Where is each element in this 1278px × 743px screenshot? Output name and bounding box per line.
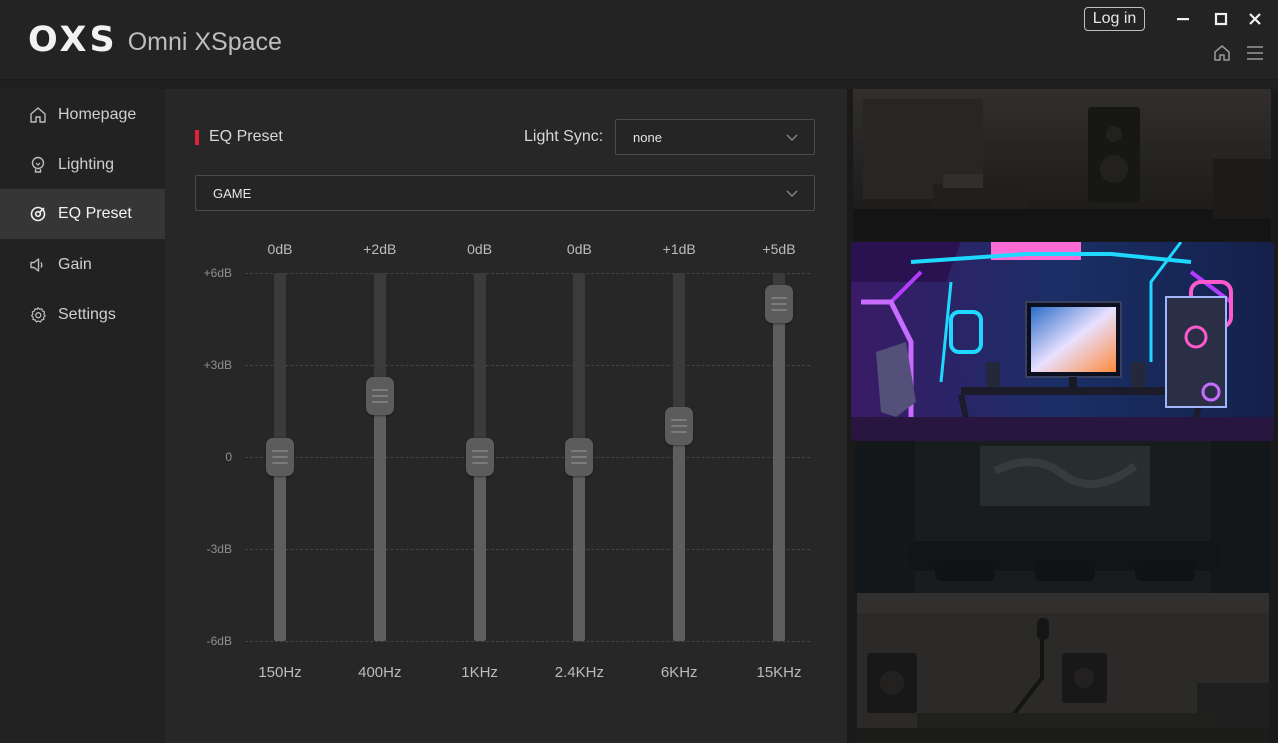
login-button[interactable]: Log in [1084,7,1145,31]
grip-line [471,450,488,452]
band-gain-label: +1dB [662,241,696,257]
grip-line [272,462,288,464]
eq-slider-track[interactable] [773,273,785,641]
sidebar-item-label: Homepage [58,106,137,123]
y-tick-label: +6dB [203,266,232,280]
home-theater-scene [855,441,1271,593]
eq-slider-fill [274,457,286,641]
grip-line [671,431,688,434]
gridline [245,641,810,642]
grip-line [671,419,688,422]
logo-mark: OXS [28,20,118,60]
grip-line [571,462,588,464]
eq-preset-icon [29,205,47,223]
y-tick-label: -3dB [206,542,232,556]
sidebar-item-label: Settings [58,306,116,323]
grip-line [771,302,787,305]
gridline [245,549,810,550]
scene-card-home-theater[interactable] [855,441,1271,593]
grip-line [272,450,288,452]
grip-line [371,394,388,397]
band-gain-label: 0dB [566,241,592,257]
home-icon [29,106,47,124]
grip-line [371,388,388,391]
grip-line [371,400,388,403]
sidebar: Homepage Lighting EQ Preset Gain Setting… [0,89,165,743]
app-title: Omni XSpace [127,28,282,56]
band-gain-label: +2dB [363,241,397,257]
grip-line [571,450,588,452]
y-tick-label: -6dB [206,634,232,648]
eq-slider-handle[interactable] [765,284,793,323]
app-logo: OXS Omni XSpace [28,18,282,62]
y-tick-label: 0 [225,450,232,464]
eq-slider-track[interactable] [673,273,686,641]
band-frequency-label: 6KHz [660,664,698,681]
eq-slider-fill [673,426,686,641]
gridline [245,365,810,366]
sidebar-item-settings[interactable]: Settings [0,290,165,340]
minimize-icon[interactable] [1172,8,1194,30]
menu-icon[interactable] [1245,44,1265,62]
gridline [245,273,810,274]
eq-slider-fill [773,303,785,641]
band-frequency-label: 2.4KHz [554,664,604,681]
y-tick-label: +3dB [203,358,232,372]
scene-card-living-room[interactable] [853,89,1271,241]
grip-line [272,456,288,458]
grip-line [671,425,688,428]
eq-slider-handle[interactable] [266,438,294,476]
eq-slider-track[interactable] [373,273,386,641]
scene-card-studio[interactable] [857,593,1269,743]
grip-line [471,456,488,458]
grip-line [571,456,588,458]
band-frequency-label: 15KHz [756,664,802,681]
equalizer: +6dB +3dB 0 -3dB -6dB 0dB 150Hz +2dB 400Hz 0… [165,89,847,743]
living-room-scene [853,89,1271,241]
band-gain-label: 0dB [267,241,293,257]
grip-line [771,308,787,311]
gear-icon [29,306,47,324]
sidebar-item-homepage[interactable]: Homepage [0,90,165,140]
grip-line [471,462,488,464]
eq-slider-fill [473,457,486,641]
home-icon[interactable] [1212,43,1232,63]
band-frequency-label: 150Hz [258,664,302,681]
sidebar-item-eq-preset[interactable]: EQ Preset [0,189,165,239]
scene-gallery [847,89,1278,743]
speaker-icon [29,256,47,274]
sidebar-item-label: Gain [58,256,92,273]
scene-card-gaming-room[interactable] [851,242,1274,441]
sidebar-item-lighting[interactable]: Lighting [0,140,165,190]
band-frequency-label: 400Hz [358,664,402,681]
sidebar-item-gain[interactable]: Gain [0,240,165,290]
band-gain-label: +5dB [762,241,796,257]
close-icon[interactable] [1244,8,1266,30]
gaming-room-scene [851,242,1274,441]
eq-panel: EQ Preset Light Sync: none GAME +6dB +3d… [165,89,847,743]
eq-slider-handle[interactable] [465,438,494,476]
maximize-icon[interactable] [1210,8,1232,30]
eq-slider-fill [373,395,386,641]
band-gain-label: 0dB [467,241,493,257]
title-bar: OXS Omni XSpace Log in [0,0,1278,80]
eq-slider-handle[interactable] [565,438,594,476]
band-frequency-label: 1KHz [461,664,498,681]
grip-line [771,296,787,299]
gridline [245,457,810,458]
studio-scene [857,593,1269,743]
eq-slider-handle[interactable] [365,376,394,415]
sidebar-item-label: Lighting [58,156,115,173]
bulb-icon [29,156,47,174]
sidebar-item-label: EQ Preset [58,205,132,222]
eq-slider-fill [573,457,586,641]
eq-slider-handle[interactable] [665,407,694,446]
